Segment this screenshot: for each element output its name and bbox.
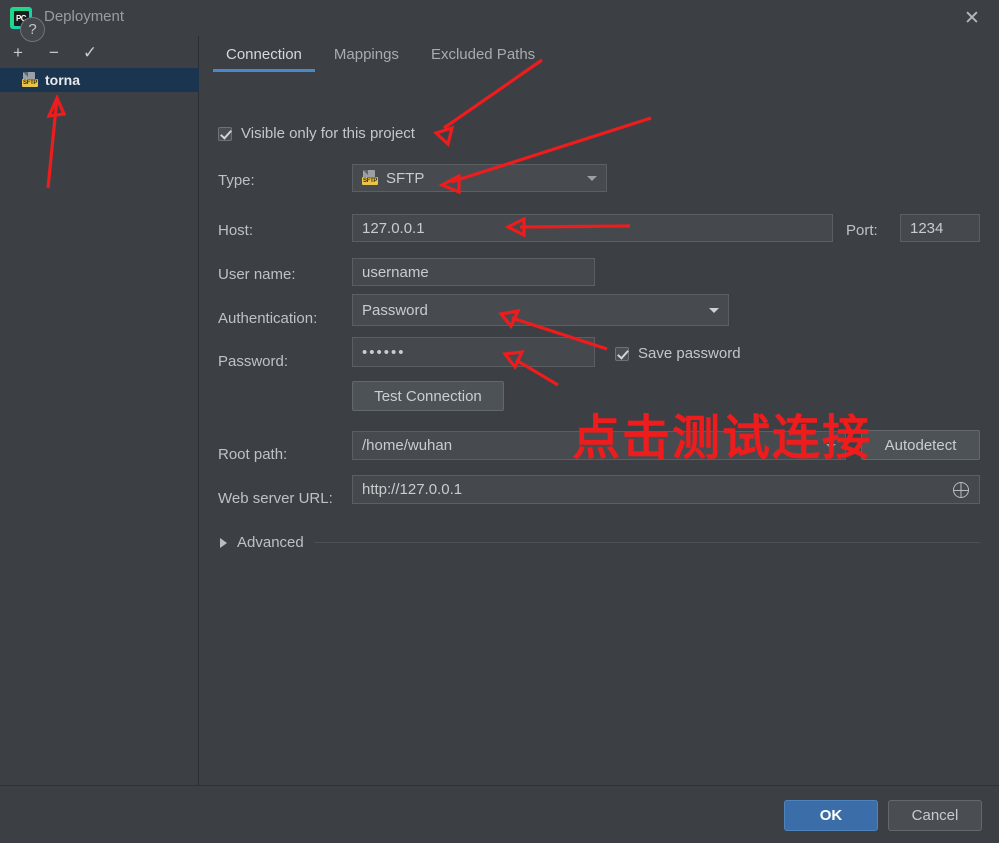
visible-only-checkbox[interactable] [218, 126, 232, 141]
password-label-row: Password: [218, 347, 288, 375]
host-label-row: Host: [218, 216, 253, 244]
close-icon[interactable]: ✕ [959, 6, 985, 30]
chevron-down-icon [826, 443, 836, 449]
test-connection-button[interactable]: Test Connection [352, 381, 504, 411]
type-label-row: Type: [218, 166, 255, 194]
save-password-label: Save password [638, 345, 741, 362]
root-path-label-row: Root path: [218, 440, 287, 468]
globe-icon[interactable] [952, 481, 969, 498]
tab-excluded-paths[interactable]: Excluded Paths [415, 36, 551, 72]
host-input[interactable]: 127.0.0.1 [352, 214, 833, 242]
sftp-type-icon: SFTP [362, 169, 379, 187]
chevron-down-icon [709, 308, 719, 313]
title-bar: PC Deployment ✕ [0, 0, 999, 36]
visible-only-label: Visible only for this project [241, 125, 415, 142]
password-label: Password: [218, 352, 289, 370]
sidebar-item-torna[interactable]: SFTP torna [0, 68, 199, 92]
type-label: Type: [218, 171, 255, 189]
authentication-label: Authentication: [218, 309, 318, 327]
web-server-url-value: http://127.0.0.1 [362, 481, 463, 498]
authentication-label-row: Authentication: [218, 304, 317, 332]
advanced-section-toggle[interactable]: Advanced [220, 534, 980, 551]
username-input[interactable]: username [352, 258, 595, 286]
save-password-checkbox[interactable] [615, 346, 629, 361]
ok-button[interactable]: OK [784, 800, 878, 831]
server-list-sidebar: + − ✓ SFTP torna [0, 36, 199, 785]
password-value: •••••• [362, 343, 406, 361]
server-list: SFTP torna [0, 68, 199, 92]
apply-checkmark-icon[interactable]: ✓ [80, 42, 100, 62]
root-path-value: /home/wuhan [362, 437, 453, 454]
username-label-row: User name: [218, 260, 296, 288]
port-input[interactable]: 1234 [900, 214, 980, 242]
tab-bar: Connection Mappings Excluded Paths [200, 36, 999, 72]
host-label: Host: [218, 221, 254, 239]
save-password-checkbox-row[interactable]: Save password [615, 345, 741, 362]
web-server-url-input[interactable]: http://127.0.0.1 [352, 475, 980, 504]
tab-connection[interactable]: Connection [210, 36, 318, 72]
tab-mappings[interactable]: Mappings [318, 36, 415, 72]
add-server-icon[interactable]: + [8, 42, 28, 62]
advanced-label: Advanced [237, 534, 304, 551]
cancel-button[interactable]: Cancel [888, 800, 982, 831]
remove-server-icon[interactable]: − [44, 42, 64, 62]
username-value: username [362, 263, 429, 281]
root-path-input[interactable]: /home/wuhan [352, 431, 846, 460]
sftp-type-badge-label: SFTP [362, 176, 379, 185]
authentication-select[interactable]: Password [352, 294, 729, 326]
host-value: 127.0.0.1 [362, 219, 425, 237]
username-label: User name: [218, 265, 296, 283]
sftp-badge-label: SFTP [22, 78, 39, 87]
type-value: SFTP [386, 169, 425, 187]
autodetect-button[interactable]: Autodetect [861, 430, 980, 460]
window-title: Deployment [44, 8, 125, 25]
help-button[interactable]: ? [20, 17, 45, 42]
content-pane: Connection Mappings Excluded Paths Visib… [200, 36, 999, 785]
password-input[interactable]: •••••• [352, 337, 595, 367]
advanced-divider [313, 542, 980, 543]
port-label-row: Port: [846, 216, 878, 244]
sidebar-item-label: torna [45, 72, 80, 88]
chevron-down-icon [587, 176, 597, 181]
port-value: 1234 [910, 219, 944, 237]
web-server-url-label: Web server URL: [218, 489, 333, 507]
authentication-value: Password [362, 301, 428, 319]
web-server-url-label-row: Web server URL: [218, 484, 333, 512]
root-path-label: Root path: [218, 445, 288, 463]
sftp-server-icon: SFTP [22, 71, 39, 89]
deployment-dialog: PC Deployment ✕ + − ✓ SFTP torna Connect… [0, 0, 999, 843]
visible-only-checkbox-row[interactable]: Visible only for this project [218, 125, 415, 142]
type-select[interactable]: SFTP SFTP [352, 164, 607, 192]
chevron-right-icon [220, 537, 227, 548]
port-label: Port: [846, 221, 878, 239]
